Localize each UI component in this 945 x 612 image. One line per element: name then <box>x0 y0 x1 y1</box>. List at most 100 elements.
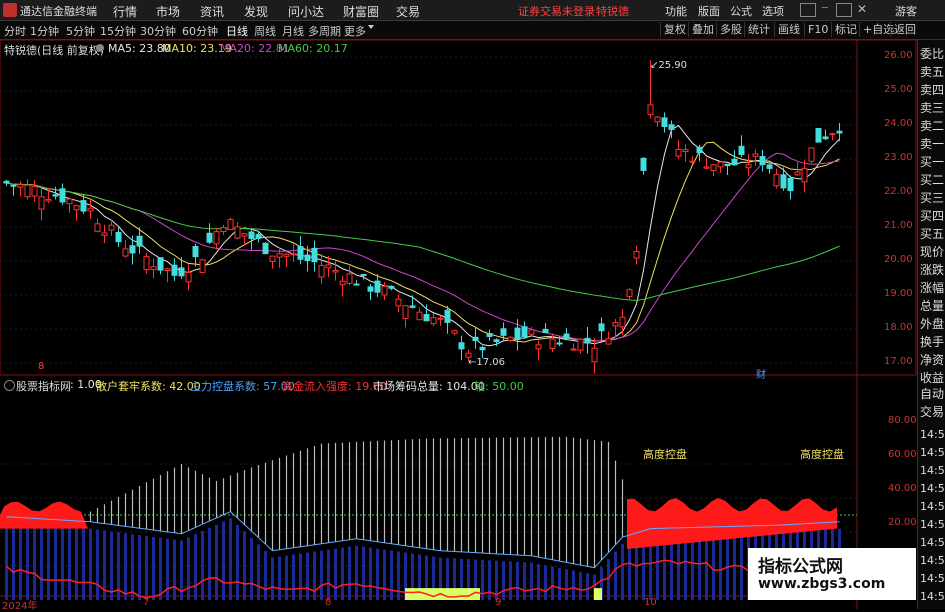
tab-more[interactable]: 更多 <box>344 23 366 39</box>
tab-60min[interactable]: 60分钟 <box>182 23 218 39</box>
tab-multi-period[interactable]: 多周期 <box>308 23 341 39</box>
menu-formula[interactable]: 公式 <box>730 3 752 19</box>
panel-item-buy2[interactable]: 买二 <box>920 172 945 189</box>
menu-trade[interactable]: 交易 <box>396 3 420 20</box>
user-guest[interactable]: 游客 <box>895 3 917 19</box>
menu-function[interactable]: 功能 <box>665 3 687 19</box>
panel-item-sell3[interactable]: 卖三 <box>920 100 945 117</box>
panel-item-buy5[interactable]: 买五 <box>920 226 945 243</box>
tab-5min[interactable]: 5分钟 <box>66 23 95 39</box>
time-cell: 14:50 <box>920 572 945 585</box>
candle-body <box>703 166 710 169</box>
time-cell: 14:50 <box>920 518 945 531</box>
tab-monthly[interactable]: 月线 <box>282 23 304 39</box>
candle-body <box>332 269 339 273</box>
chart-canvas[interactable] <box>0 40 917 609</box>
menu-wealth[interactable]: 财富圈 <box>343 3 379 20</box>
panel-item-sell2[interactable]: 卖二 <box>920 118 945 135</box>
panel-item-buy3[interactable]: 买三 <box>920 190 945 207</box>
login-notice[interactable]: 证券交易未登录 <box>518 3 595 19</box>
candle-body <box>451 330 458 334</box>
finance-marker[interactable]: 财 <box>756 366 766 381</box>
candle-body <box>367 286 374 292</box>
panel-item-sell4[interactable]: 卖四 <box>920 82 945 99</box>
candle-body <box>38 196 45 210</box>
candle-body <box>430 317 437 325</box>
app-logo-icon <box>3 3 17 17</box>
indicator-tick: 60.00 <box>888 449 917 460</box>
candle-body <box>689 160 696 163</box>
panel-item-net-asset[interactable]: 净资 <box>920 352 945 369</box>
adjust-button[interactable]: 复权 <box>660 22 689 37</box>
minimize-icon[interactable]: ─ <box>818 3 832 15</box>
candle-body <box>423 314 430 322</box>
menu-ask[interactable]: 问小达 <box>288 3 324 20</box>
ma-line <box>6 182 840 301</box>
tab-weekly[interactable]: 周线 <box>254 23 276 39</box>
panel-item-trade[interactable]: 交易 <box>920 404 945 421</box>
candle-body <box>815 128 822 143</box>
tab-daily[interactable]: 日线 <box>226 23 248 39</box>
event-marker[interactable]: 8 <box>38 361 44 372</box>
menu-discover[interactable]: 发现 <box>244 3 268 20</box>
candle-body <box>199 259 206 273</box>
candle-body <box>766 164 773 169</box>
menu-quotes[interactable]: 行情 <box>113 3 137 20</box>
panel-item-turnover[interactable]: 换手 <box>920 334 945 351</box>
panel-item-sell5[interactable]: 卖五 <box>920 64 945 81</box>
panel-item-price[interactable]: 现价 <box>920 244 945 261</box>
tab-30min[interactable]: 30分钟 <box>140 23 176 39</box>
indicator-settings-icon[interactable] <box>4 380 15 391</box>
candle-body <box>675 148 682 157</box>
tab-15min[interactable]: 15分钟 <box>100 23 136 39</box>
date-tick: 2024年 <box>2 601 38 612</box>
candle-body <box>626 289 633 298</box>
candle-body <box>570 348 577 351</box>
candle-body <box>304 254 311 262</box>
panel-item-auto[interactable]: 自动 <box>920 386 945 403</box>
draw-line-button[interactable]: 画线 <box>774 22 803 37</box>
mark-button[interactable]: 标记 <box>831 22 860 37</box>
indicator-param: 主力控盘系数: 57.00 <box>190 380 295 393</box>
panel-item-ratio[interactable]: 委比 <box>920 46 945 63</box>
price-tick: 17.00 <box>884 356 913 367</box>
candle-body <box>318 264 325 278</box>
menu-layout[interactable]: 版面 <box>698 3 720 19</box>
candle-body <box>584 337 591 344</box>
candle-body <box>801 168 808 183</box>
tab-1min[interactable]: 1分钟 <box>30 23 59 39</box>
panel-item-buy1[interactable]: 买一 <box>920 154 945 171</box>
candle-body <box>241 233 248 237</box>
panel-item-change-pct[interactable]: 涨幅 <box>920 280 945 297</box>
panel-item-sell1[interactable]: 卖一 <box>920 136 945 153</box>
window-icon[interactable] <box>800 3 816 17</box>
indicator-param: 市场筹码总量: 104.00 <box>373 380 485 393</box>
candle-body <box>710 164 717 172</box>
panel-item-earnings[interactable]: 收益 <box>920 370 945 387</box>
multi-stock-button[interactable]: 多股 <box>716 22 745 37</box>
candle-body <box>17 184 24 188</box>
candle-body <box>486 332 493 337</box>
close-icon[interactable]: ✕ <box>855 2 869 16</box>
panel-item-buy4[interactable]: 买四 <box>920 208 945 225</box>
panel-item-volume[interactable]: 总量 <box>920 298 945 315</box>
overlay-button[interactable]: 叠加 <box>688 22 717 37</box>
red-area <box>0 501 88 529</box>
time-cell: 14:50 <box>920 500 945 513</box>
indicator-title[interactable]: 股票指标网 <box>16 378 71 394</box>
f10-button[interactable]: F10 <box>804 22 831 37</box>
maximize-icon[interactable] <box>836 3 852 17</box>
chevron-down-icon[interactable] <box>368 25 374 29</box>
menu-options[interactable]: 选项 <box>762 3 784 19</box>
panel-item-change[interactable]: 涨跌 <box>920 262 945 279</box>
candle-body <box>591 347 598 363</box>
candle-body <box>598 323 605 332</box>
back-button[interactable]: 返回 <box>890 22 919 37</box>
price-tick: 19.00 <box>884 288 913 299</box>
tab-timeshare[interactable]: 分时 <box>4 23 26 39</box>
menu-news[interactable]: 资讯 <box>200 3 224 20</box>
stats-button[interactable]: 统计 <box>744 22 773 37</box>
panel-item-outer[interactable]: 外盘 <box>920 316 945 333</box>
menu-market[interactable]: 市场 <box>156 3 180 20</box>
candle-body <box>416 311 423 321</box>
